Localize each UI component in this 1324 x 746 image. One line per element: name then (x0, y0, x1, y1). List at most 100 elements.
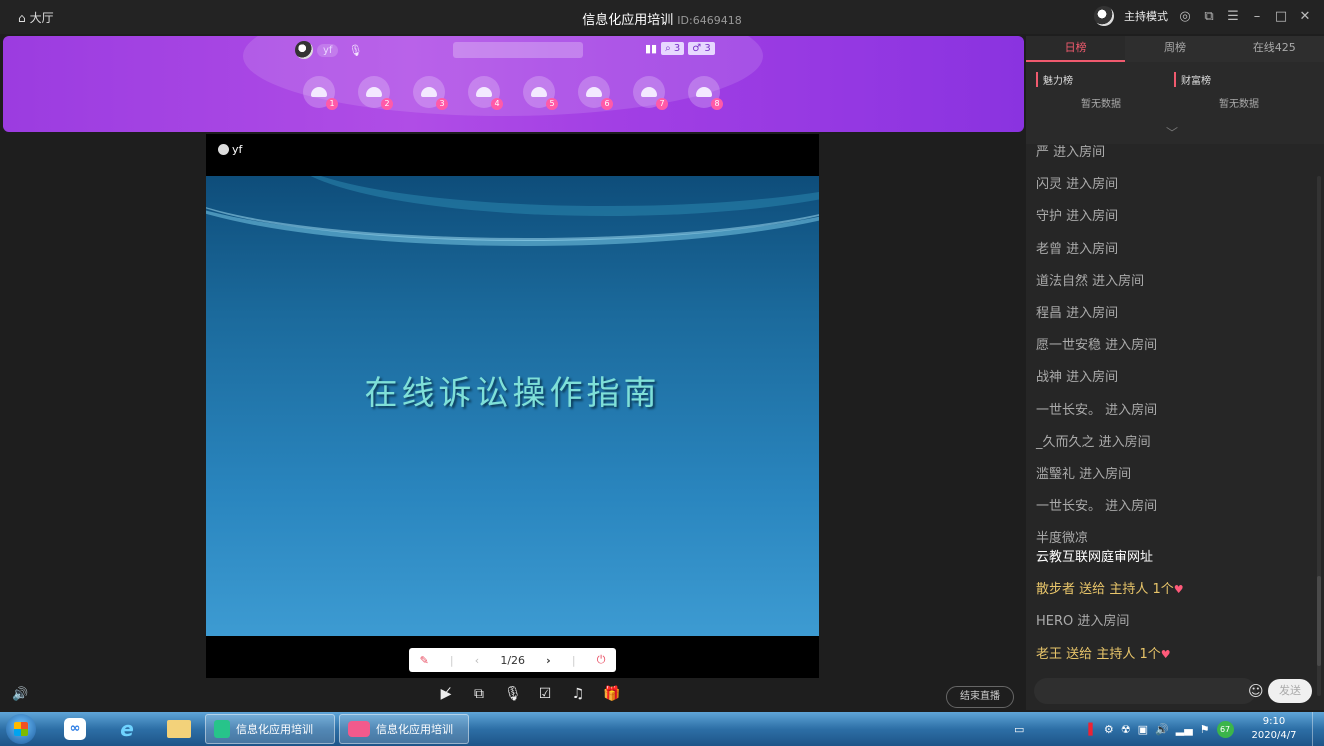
male-count-badge: ♂ 3 (688, 42, 715, 55)
sofa-icon (476, 87, 492, 97)
live-toolbar: ▶̸ ⧉ 🎙 ☑ ♫ 🎁 (438, 686, 621, 702)
start-button[interactable] (6, 714, 36, 744)
sofa-icon (586, 87, 602, 97)
gift-verb: 送给 (1079, 582, 1106, 598)
volume-icon[interactable]: 🔊 (12, 687, 28, 702)
seat-number: 7 (656, 98, 668, 110)
host-mode-label[interactable]: 主持模式 (1124, 8, 1168, 24)
room-banner: yf 🎙 ▮▮ ⌕ 3 ♂ 3 1 2 3 4 5 6 7 8 (3, 36, 1024, 132)
bar-chart-icon[interactable]: ▮▮ (645, 42, 657, 55)
chat-action: 进入房间 (1066, 370, 1119, 386)
speaker-icon[interactable]: 🔊 (1155, 723, 1169, 736)
chat-scroll-thumb[interactable] (1317, 576, 1321, 666)
blurred-info (453, 42, 583, 58)
mic-seat[interactable]: 1 (303, 76, 338, 110)
screen-share-icon[interactable]: ⧉ (471, 686, 487, 702)
menu-icon[interactable]: ☰ (1226, 9, 1240, 24)
power-icon[interactable]: ⏻ (597, 653, 606, 667)
chat-action: 进入房间 (1066, 209, 1119, 225)
sofa-icon (696, 87, 712, 97)
gift-icon[interactable]: 🎁 (603, 686, 620, 702)
chevron-down-icon[interactable]: ﹀ (1166, 124, 1178, 141)
seat-number: 1 (326, 98, 338, 110)
next-page-button[interactable]: › (546, 654, 551, 667)
microphone-icon[interactable]: 🎙 (504, 686, 522, 702)
gear-icon[interactable]: ◎ (1178, 9, 1192, 24)
security-icon[interactable]: ☢ (1121, 723, 1131, 736)
keyboard-icon[interactable]: ▭ (1014, 723, 1024, 736)
anchor-avatar[interactable] (295, 41, 313, 59)
chat-user: 守护 (1036, 209, 1063, 225)
maximize-button[interactable]: □ (1274, 9, 1288, 24)
mic-seat[interactable]: 3 (413, 76, 448, 110)
chat-user: 闪灵 (1036, 177, 1063, 193)
title-bar: ⌂ 大厅 信息化应用培训 ID:6469418 主持模式 ◎ ⧉ ☰ – □ ✕ (0, 0, 1324, 34)
mic-seat[interactable]: 8 (688, 76, 723, 110)
presentation-slide: 在线诉讼操作指南 (206, 176, 819, 636)
tab-online[interactable]: 在线425 (1225, 36, 1324, 62)
chat-user: 严 (1036, 145, 1050, 160)
flag-red-icon[interactable]: ▌ (1088, 723, 1096, 736)
baidu-netdisk-icon[interactable]: ∞ (52, 715, 98, 743)
camera-off-icon[interactable]: ▶̸ (438, 686, 454, 702)
app-icon (214, 720, 230, 738)
chat-enter-message: 一世长安。 进入房间 (1036, 500, 1316, 532)
hall-button[interactable]: ⌂ 大厅 (18, 9, 54, 26)
taskbar-app-label: 信息化应用培训 (236, 723, 313, 736)
ranking-box: 魅力榜 暂无数据 财富榜 暂无数据 ﹀ (1026, 62, 1324, 144)
gift-target: 主持人 (1096, 646, 1136, 662)
room-stats: ▮▮ ⌕ 3 ♂ 3 (645, 42, 715, 55)
stage-user: yf (218, 143, 242, 156)
anchor-name: yf (317, 43, 339, 57)
speed-badge[interactable]: 67 (1216, 721, 1234, 738)
show-desktop-button[interactable] (1312, 712, 1324, 746)
stage-user-name: yf (232, 143, 243, 156)
sofa-icon (311, 87, 327, 97)
app-window: ⌂ 大厅 信息化应用培训 ID:6469418 主持模式 ◎ ⧉ ☰ – □ ✕ … (0, 0, 1324, 746)
chat-action: 进入房间 (1105, 338, 1158, 354)
network-tool-icon[interactable]: ⚙ (1104, 723, 1114, 736)
popout-icon[interactable]: ⧉ (1202, 9, 1216, 24)
chat-input[interactable] (1034, 678, 1256, 704)
mic-seat[interactable]: 4 (468, 76, 503, 110)
system-tray: ▭ ▌ ⚙ ☢ ▣ 🔊 ▂▄ ⚑ 67 (1014, 721, 1234, 738)
pen-icon[interactable]: ✎ (420, 654, 429, 667)
mic-seat[interactable]: 6 (578, 76, 613, 110)
chat-enter-messages: 严 进入房间 闪灵 进入房间 守护 进入房间 老曾 进入房间 道法自然 进入房间 程昌 进… (1036, 146, 1316, 532)
close-button[interactable]: ✕ (1298, 9, 1312, 24)
anchor-info: yf 🎙 (295, 41, 362, 59)
tab-weekly[interactable]: 周榜 (1125, 36, 1224, 62)
mic-seat[interactable]: 2 (358, 76, 393, 110)
end-live-button[interactable]: 结束直播 (946, 686, 1014, 708)
clock[interactable]: 9:10 2020/4/7 (1250, 715, 1298, 743)
device-icon[interactable]: ▣ (1138, 723, 1148, 736)
sofa-icon (421, 87, 437, 97)
folder-icon[interactable] (156, 715, 202, 743)
chat-gift-message: 散步者 送给 主持人 1个♥ (1036, 583, 1316, 615)
taskbar-app-1[interactable]: 信息化应用培训 (205, 714, 335, 744)
mic-seat[interactable]: 7 (633, 76, 668, 110)
chat-user: 愿一世安稳 (1036, 338, 1102, 354)
internet-explorer-icon[interactable]: e (104, 715, 150, 743)
action-center-icon[interactable]: ⚑ (1200, 723, 1210, 736)
tab-daily[interactable]: 日榜 (1026, 36, 1126, 62)
host-avatar[interactable] (1094, 6, 1114, 26)
signal-icon[interactable]: ▂▄ (1176, 723, 1193, 736)
gift-sender: 老王 (1036, 646, 1063, 662)
emoji-icon[interactable]: ☺ (1248, 682, 1264, 700)
prev-page-button[interactable]: ‹ (475, 654, 479, 667)
chat-enter-message: 程昌 进入房间 (1036, 306, 1316, 339)
flower-icon: ♥ (1160, 647, 1171, 661)
music-icon[interactable]: ♫ (570, 686, 586, 702)
taskbar-app-2[interactable]: 信息化应用培训 (339, 714, 469, 744)
edit-icon[interactable]: ☑ (537, 686, 553, 702)
gift-sender: 散步者 (1036, 582, 1076, 598)
send-button[interactable]: 发送 (1268, 679, 1312, 703)
mic-seat[interactable]: 5 (523, 76, 558, 110)
windows-logo-icon (14, 722, 28, 736)
video-stage: yf 在线诉讼操作指南 ✎ | ‹ 1/26 › | ⏻ (206, 134, 819, 678)
chat-enter-message: 愿一世安稳 进入房间 (1036, 339, 1316, 371)
chat-gift-message: 老王 送给 主持人 1个♥ (1036, 646, 1316, 680)
minimize-button[interactable]: – (1250, 9, 1264, 24)
ranking-tabs: 日榜 周榜 在线425 (1026, 36, 1324, 62)
